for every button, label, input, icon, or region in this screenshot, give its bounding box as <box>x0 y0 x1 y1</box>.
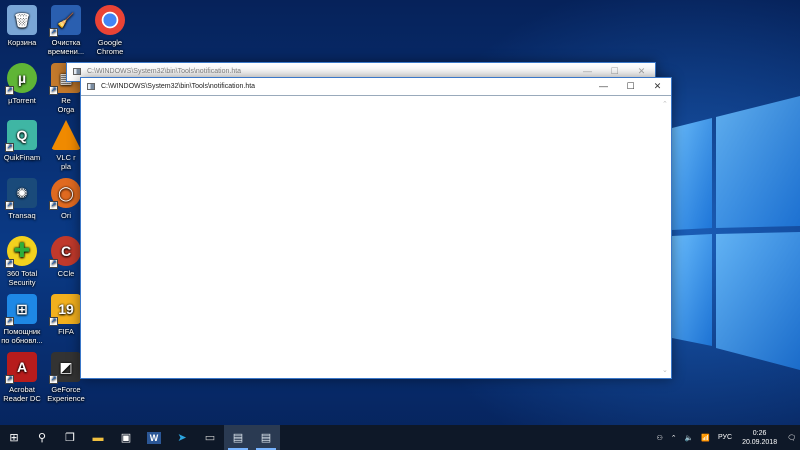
window-title: C:\WINDOWS\System32\bin\Tools\notificati… <box>87 67 242 75</box>
word-icon[interactable]: W <box>140 425 168 450</box>
maximize-button[interactable]: ☐ <box>617 78 644 94</box>
chevron-up-icon[interactable]: ⌃ <box>667 434 681 442</box>
desktop-icon-label: Помощник по обновл... <box>1 327 43 345</box>
desktop-icon-label: GeForce Experience <box>47 385 85 403</box>
scroll-down-icon[interactable]: ⌄ <box>662 366 668 374</box>
broom-icon: 🧹 ↗ <box>49 5 81 37</box>
ccleaner-icon: C ↗ <box>49 236 81 268</box>
network-icon[interactable]: 📶 <box>697 434 714 442</box>
desktop-icon-360-security[interactable]: ✚ ↗ 360 Total Security <box>0 236 44 287</box>
hta-app-icon <box>87 82 95 90</box>
vertical-scrollbar[interactable]: ⌃ ⌄ <box>660 96 671 378</box>
clock-date: 20.09.2018 <box>742 438 778 446</box>
desktop-icon-recycle-bin[interactable]: 🗑 Корзина <box>0 5 44 47</box>
utorrent-icon: µ ↗ <box>5 63 37 95</box>
telegram-icon[interactable]: ➤ <box>168 425 196 450</box>
desktop-icon-utorrent[interactable]: µ ↗ µTorrent <box>0 63 44 105</box>
notifications-icon[interactable]: 🗨 <box>783 434 800 442</box>
vlc-icon <box>51 120 81 150</box>
task-view-icon[interactable]: ❐ <box>56 425 84 450</box>
clock-time: 0:26 <box>752 429 767 437</box>
desktop-icon-label: Google Chrome <box>96 38 124 56</box>
store-icon[interactable]: ▣ <box>112 425 140 450</box>
desktop-icon-chrome[interactable]: Google Chrome <box>88 5 132 56</box>
desktop-icon-label: 360 Total Security <box>6 269 38 287</box>
app-icon[interactable]: ▭ <box>196 425 224 450</box>
chrome-icon <box>95 5 125 35</box>
system-tray: ⚇ ⌃ 🔈 📶 РУС 0:26 20.09.2018 🗨 <box>652 425 800 450</box>
hta-window-icon[interactable]: ▤ <box>252 425 280 450</box>
file-explorer-icon[interactable]: ▬ <box>84 425 112 450</box>
desktop-icon-helper[interactable]: ⊞ ↗ Помощник по обновл... <box>0 294 44 345</box>
desktop-icon-label: QuikFinam <box>3 153 41 162</box>
volume-icon[interactable]: 🔈 <box>681 434 698 442</box>
windows-logo-icon: ⊞ ↗ <box>5 294 37 326</box>
transaq-icon: ✺ ↗ <box>5 178 37 210</box>
language-indicator[interactable]: РУС <box>714 434 736 441</box>
minimize-button[interactable]: — <box>590 78 617 94</box>
desktop-icon-cleanup[interactable]: 🧹 ↗ Очистка времени... <box>44 5 88 56</box>
desktop-icon-label: Acrobat Reader DC <box>3 385 41 403</box>
window-notification[interactable]: C:\WINDOWS\System32\bin\Tools\notificati… <box>80 77 672 379</box>
quikfinam-icon: Q ↗ <box>5 120 37 152</box>
desktop-icon-label: µTorrent <box>8 96 36 105</box>
recycle-bin-icon: 🗑 <box>7 5 37 35</box>
taskbar: ⊞ ⚲ ❐ ▬ ▣ W ➤ ▭ ▤ ▤ ⚇ ⌃ 🔈 📶 РУС 0:26 20.… <box>0 425 800 450</box>
titlebar[interactable]: C:\WINDOWS\System32\bin\Tools\notificati… <box>81 78 671 94</box>
start-button[interactable]: ⊞ <box>0 425 28 450</box>
acrobat-icon: A ↗ <box>5 352 37 384</box>
fifa-icon: 19 ↗ <box>49 294 81 326</box>
close-button[interactable]: ✕ <box>644 78 671 94</box>
clock[interactable]: 0:26 20.09.2018 <box>736 429 783 447</box>
search-icon[interactable]: ⚲ <box>28 425 56 450</box>
desktop-icon-label: Очистка времени... <box>47 38 85 56</box>
desktop-icon-label: Transaq <box>8 211 36 220</box>
desktop-icon-transaq[interactable]: ✺ ↗ Transaq <box>0 178 44 220</box>
people-icon[interactable]: ⚇ <box>652 434 666 442</box>
plus-icon: ✚ ↗ <box>5 236 37 268</box>
window-title: C:\WINDOWS\System32\bin\Tools\notificati… <box>101 82 256 90</box>
desktop-icon-quikfinam[interactable]: Q ↗ QuikFinam <box>0 120 44 162</box>
desktop-icon-acrobat[interactable]: A ↗ Acrobat Reader DC <box>0 352 44 403</box>
hta-window-icon[interactable]: ▤ <box>224 425 252 450</box>
hta-app-icon <box>73 67 81 75</box>
origin-icon: ◯ ↗ <box>49 178 81 210</box>
geforce-icon: ◩ ↗ <box>49 352 81 384</box>
desktop-icon-label: Корзина <box>7 38 37 47</box>
window-content: ⌃ ⌄ <box>81 95 671 378</box>
scroll-up-icon[interactable]: ⌃ <box>662 100 668 108</box>
